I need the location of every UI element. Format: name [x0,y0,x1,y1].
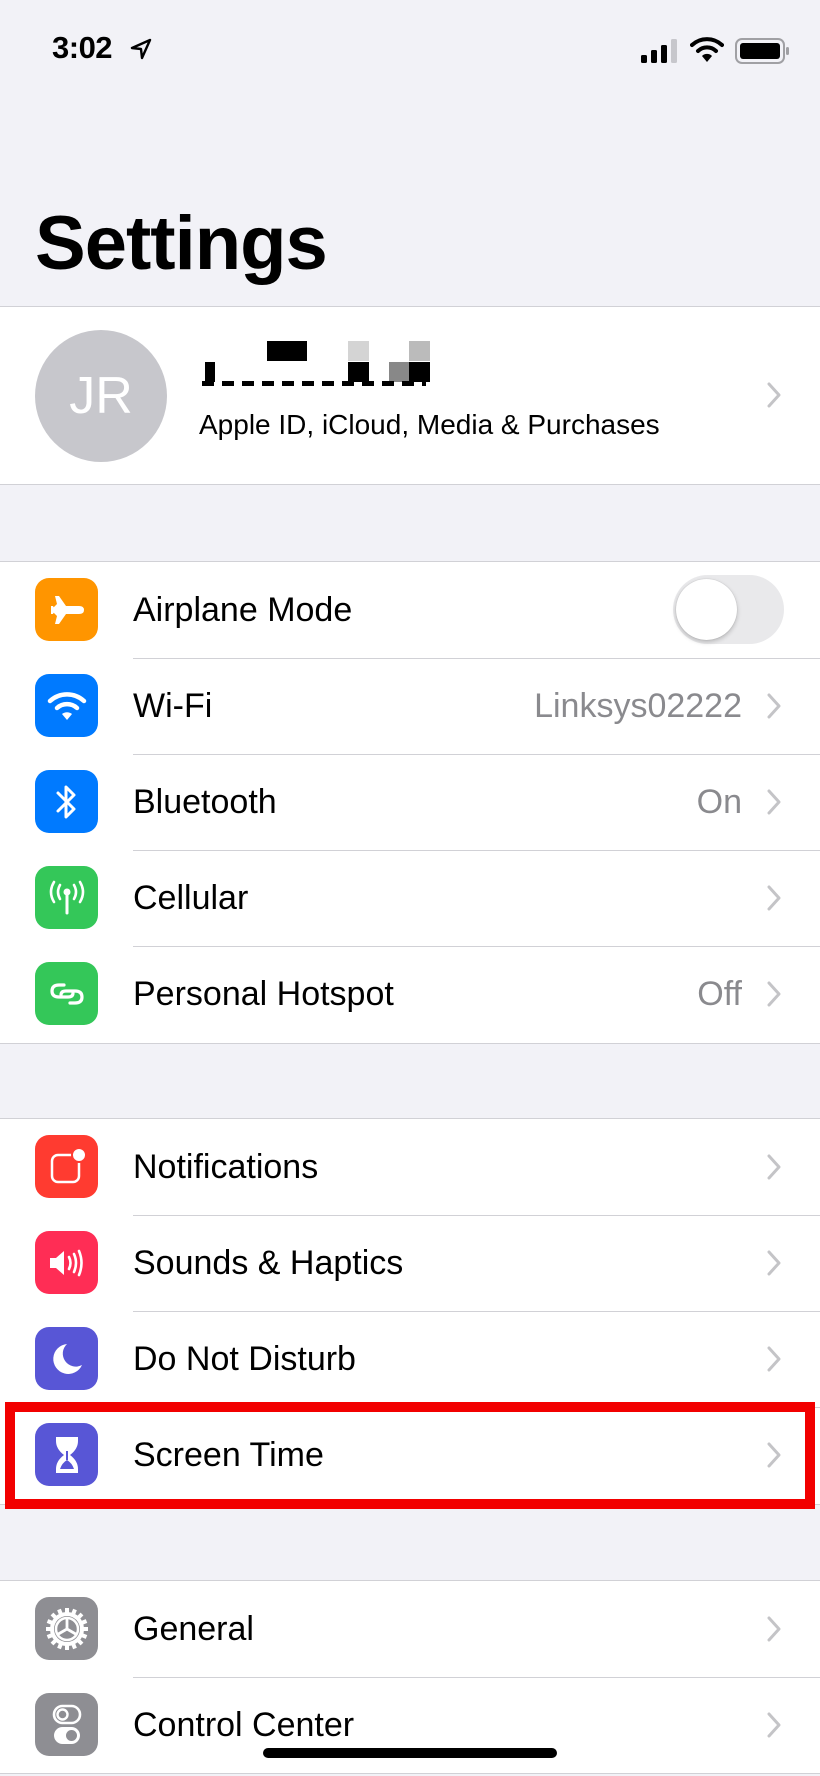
row-label: Cellular [133,879,249,917]
hotspot-icon [35,962,98,1025]
chevron-right-icon [767,981,781,1007]
avatar-initials: JR [69,367,133,425]
general-group: General Control Center [0,1580,820,1774]
row-do-not-disturb[interactable]: Do Not Disturb [0,1311,820,1408]
chevron-right-icon [767,1712,781,1738]
chevron-right-icon [767,885,781,911]
chevron-right-icon [767,1250,781,1276]
battery-icon [735,38,789,64]
row-label: General [133,1610,254,1648]
hotspot-status-value: Off [697,975,742,1013]
row-label: Sounds & Haptics [133,1244,404,1282]
chevron-right-icon [767,789,781,815]
gear-icon [35,1597,98,1660]
row-general[interactable]: General [0,1581,820,1678]
airplane-icon [35,578,98,641]
profile-subtitle: Apple ID, iCloud, Media & Purchases [199,409,660,440]
row-label: Do Not Disturb [133,1340,356,1378]
row-label: Control Center [133,1706,355,1744]
bluetooth-status-value: On [696,783,742,821]
row-label: Notifications [133,1148,319,1186]
speaker-icon [35,1231,98,1294]
apple-id-profile-row[interactable]: JR Apple ID, iCloud, Media & Purchases [0,306,820,485]
airplane-mode-toggle[interactable] [673,575,784,644]
bluetooth-icon [35,770,98,833]
row-wifi[interactable]: Wi-Fi Linksys02222 [0,658,820,755]
moon-icon [35,1327,98,1390]
wifi-icon [690,37,724,62]
chevron-right-icon [767,1154,781,1180]
row-sounds-haptics[interactable]: Sounds & Haptics [0,1215,820,1312]
location-arrow-icon [130,38,152,60]
page-title: Settings [35,201,328,286]
home-indicator[interactable] [263,1748,557,1758]
row-bluetooth[interactable]: Bluetooth On [0,754,820,851]
row-airplane-mode[interactable]: Airplane Mode [0,562,820,659]
row-cellular[interactable]: Cellular [0,850,820,947]
wifi-icon [35,674,98,737]
row-label: Personal Hotspot [133,975,394,1013]
status-time: 3:02 [52,30,113,65]
chevron-right-icon [767,1616,781,1642]
cellular-signal-icon [641,39,677,63]
connectivity-group: Airplane Mode Wi-Fi Linksys02222 Bluetoo… [0,561,820,1044]
row-notifications[interactable]: Notifications [0,1119,820,1216]
row-label: Bluetooth [133,783,277,821]
screen-time-highlight-box [5,1402,815,1509]
row-control-center[interactable]: Control Center [0,1677,820,1773]
cellular-antenna-icon [35,866,98,929]
chevron-right-icon [767,1346,781,1372]
avatar: JR [35,330,167,462]
notifications-icon [35,1135,98,1198]
wifi-network-value: Linksys02222 [534,687,742,725]
row-label: Wi-Fi [133,687,213,725]
control-center-icon [35,1693,98,1756]
chevron-right-icon [767,693,781,719]
chevron-right-icon [767,382,781,408]
row-label: Airplane Mode [133,591,353,629]
row-personal-hotspot[interactable]: Personal Hotspot Off [0,946,820,1042]
